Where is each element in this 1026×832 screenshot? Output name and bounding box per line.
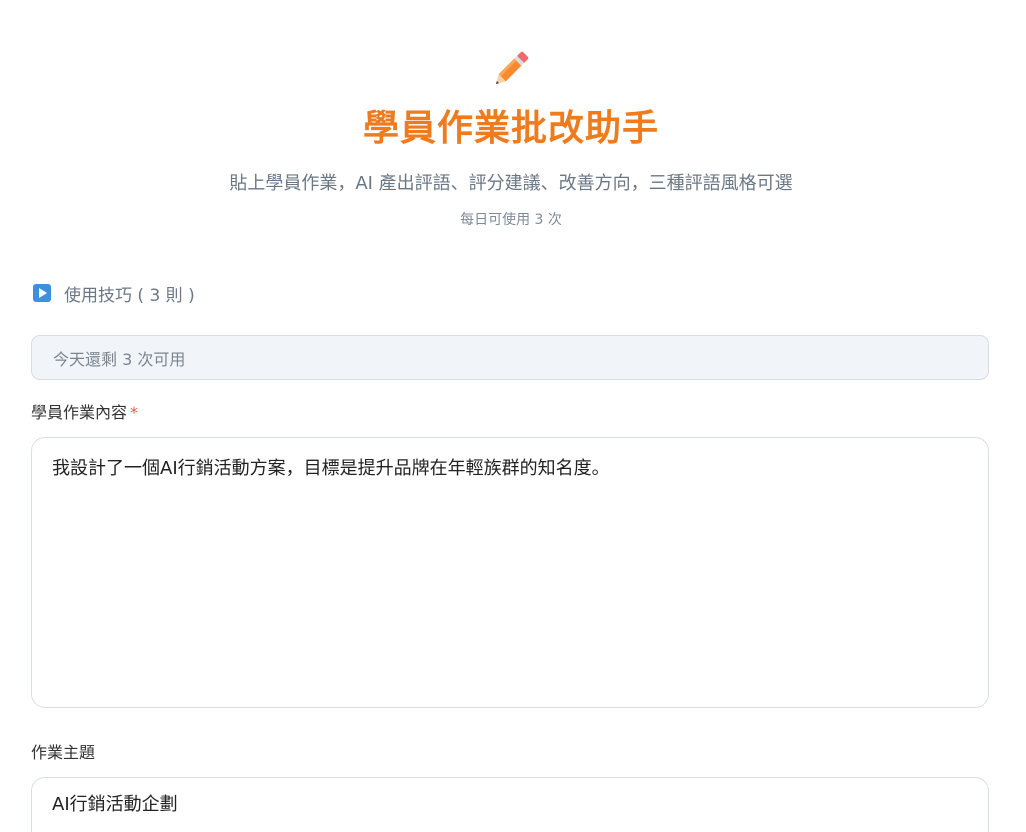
required-mark: * (130, 403, 139, 422)
remaining-quota-text: 今天還剩 3 次可用 (53, 349, 186, 369)
usage-limit-note: 每日可使用 3 次 (460, 212, 562, 228)
remaining-quota-banner: 今天還剩 3 次可用 (31, 335, 989, 380)
tips-label: 使用技巧 ( 3 則 ) (64, 285, 195, 306)
topic-input[interactable] (31, 777, 989, 832)
page-subtitle: 貼上學員作業，AI 產出評語、評分建議、改善方向，三種評語風格可選 (229, 173, 793, 194)
homework-content-textarea[interactable]: 我設計了一個AI行銷活動方案，目標是提升品牌在年輕族群的知名度。 (31, 437, 989, 708)
homework-label-text: 學員作業內容 (31, 403, 128, 422)
topic-field-label: 作業主題 (31, 742, 95, 764)
tips-toggle[interactable]: 使用技巧 ( 3 則 ) (33, 280, 195, 306)
topic-label-text: 作業主題 (31, 743, 96, 762)
page: 學員作業批改助手 貼上學員作業，AI 產出評語、評分建議、改善方向，三種評語風格… (0, 0, 1026, 832)
pencil-icon (495, 51, 529, 85)
homework-field-label: 學員作業內容 * (31, 402, 138, 424)
play-triangle-icon (33, 284, 51, 302)
page-title: 學員作業批改助手 (362, 108, 659, 149)
